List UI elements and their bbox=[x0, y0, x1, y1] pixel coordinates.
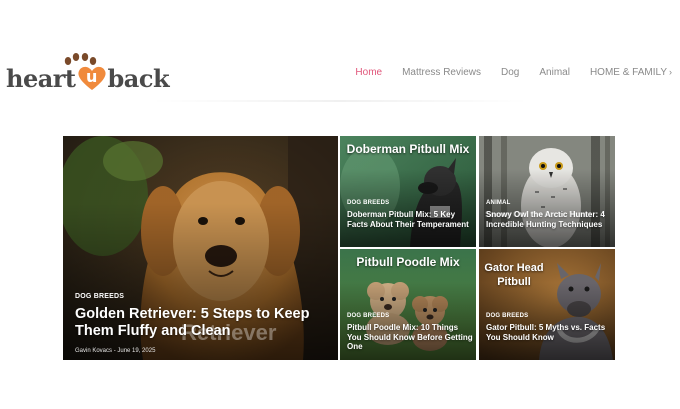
post-category[interactable]: ANIMAL bbox=[486, 200, 511, 206]
nav-item-home-family-label: HOME & FAMILY bbox=[589, 67, 667, 78]
site-logo[interactable]: heart u back bbox=[6, 52, 170, 96]
post-title[interactable]: Snowy Owl the Arctic Hunter: 4 Incredibl… bbox=[486, 210, 612, 229]
post-date: June 19, 2025 bbox=[117, 348, 156, 354]
featured-posts-grid: Retriever DOG BREEDS Golden Retriever: 5… bbox=[63, 136, 615, 360]
post-card[interactable]: Gator Head Pitbull DOG BREEDS Gator Pitb… bbox=[479, 249, 615, 360]
post-category[interactable]: DOG BREEDS bbox=[486, 313, 528, 319]
post-meta: Gavin Kovacs - June 19, 2025 bbox=[75, 348, 155, 354]
featured-post-card[interactable]: Retriever DOG BREEDS Golden Retriever: 5… bbox=[63, 136, 338, 360]
image-caption: Pitbull Poodle Mix bbox=[356, 255, 460, 269]
logo-text-u: u bbox=[86, 67, 97, 86]
site-header: heart u back Home Mattress Reviews Dog Ani… bbox=[0, 0, 680, 102]
chevron-right-icon: › bbox=[669, 67, 672, 77]
logo-text-heart: heart bbox=[6, 64, 76, 93]
post-title[interactable]: Doberman Pitbull Mix: 5 Key Facts About … bbox=[347, 210, 473, 229]
image-caption: Gator Head Pitbull bbox=[484, 262, 544, 289]
nav-item-home-family[interactable]: HOME & FAMILY › bbox=[590, 67, 672, 78]
post-title[interactable]: Golden Retriever: 5 Steps to Keep Them F… bbox=[75, 306, 333, 341]
post-category[interactable]: DOG BREEDS bbox=[347, 200, 389, 206]
main-navigation: Home Mattress Reviews Dog Animal HOME & … bbox=[335, 67, 672, 78]
nav-item-animal[interactable]: Animal bbox=[539, 67, 570, 78]
image-overlay bbox=[479, 136, 615, 247]
post-card[interactable]: Doberman Pitbull Mix DOG BREEDS Doberman… bbox=[340, 136, 476, 247]
post-category[interactable]: DOG BREEDS bbox=[347, 313, 389, 319]
header-divider bbox=[150, 100, 530, 102]
nav-item-mattress-reviews[interactable]: Mattress Reviews bbox=[402, 67, 481, 78]
post-title[interactable]: Pitbull Poodle Mix: 10 Things You Should… bbox=[347, 323, 473, 352]
post-card[interactable]: Snowy Owl the Arctic Hunte ANIMAL Snowy … bbox=[479, 136, 615, 247]
logo-text-back: back bbox=[107, 64, 170, 93]
post-card[interactable]: Pitbull Poodle Mix DOG BREEDS Pitbull Po… bbox=[340, 249, 476, 360]
post-category[interactable]: DOG BREEDS bbox=[75, 293, 124, 300]
nav-item-home[interactable]: Home bbox=[355, 67, 382, 78]
image-caption: Doberman Pitbull Mix bbox=[346, 142, 470, 156]
heart-icon: u bbox=[77, 65, 107, 91]
nav-item-dog[interactable]: Dog bbox=[501, 67, 519, 78]
post-author[interactable]: Gavin Kovacs bbox=[75, 348, 112, 354]
post-title[interactable]: Gator Pitbull: 5 Myths vs. Facts You Sho… bbox=[486, 323, 612, 342]
